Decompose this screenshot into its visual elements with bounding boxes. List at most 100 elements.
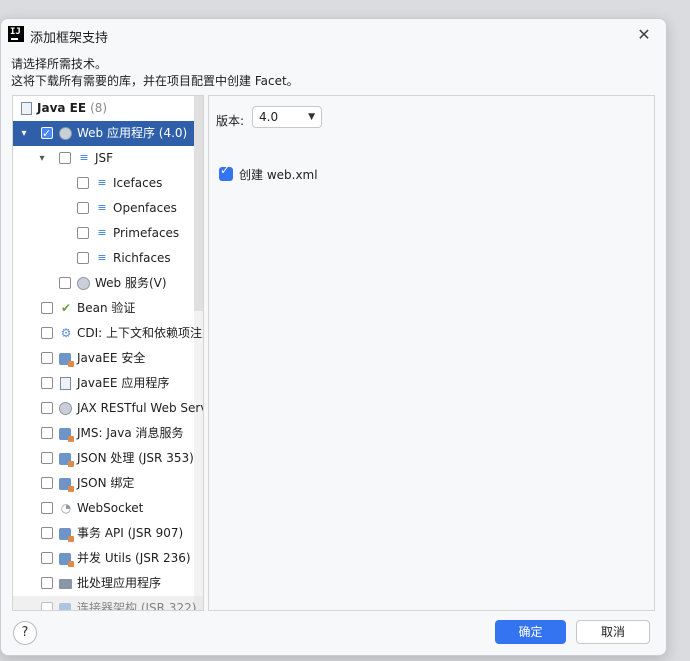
framework-settings-panel: 版本: 4.0 ▼ 创建 web.xml [208,95,655,611]
faces-icon: ≡ [97,201,107,214]
tree-item-label: Primefaces [113,226,180,240]
checkbox-transaction-api[interactable] [41,527,53,539]
tree-item-json-processing[interactable]: JSON 处理 (JSR 353) [13,446,194,471]
tree-item-label: JSON 绑定 [77,476,135,490]
javaee-icon [59,478,74,492]
tree-item-label: JMS: Java 消息服务 [77,426,184,440]
checkbox-json-binding[interactable] [41,477,53,489]
version-dropdown[interactable]: 4.0 ▼ [252,106,322,128]
description: 请选择所需技术。 这将下载所有需要的库，并在项目配置中创建 Facet。 [11,56,299,90]
tree-item-label: 事务 API (JSR 907) [77,526,184,540]
help-button[interactable]: ? [13,621,37,645]
websocket-icon: ◔ [60,501,72,515]
javaee-icon [59,453,74,467]
checkbox-concurrency-utils[interactable] [41,552,53,564]
close-button[interactable]: ✕ [634,25,654,45]
tree-item-label: 批处理应用程序 [77,576,162,590]
tree-item-web-services[interactable]: Web 服务(V) [13,271,194,296]
checkbox-icefaces[interactable] [77,177,89,189]
tree-item-label: Bean 验证 [77,301,136,315]
web-app-icon [59,127,72,140]
globe-icon [59,402,72,415]
cancel-button[interactable]: 取消 [576,620,650,644]
checkbox-cdi[interactable] [41,327,53,339]
bean-icon: ✔ [60,301,72,315]
checkbox-connector-arch[interactable] [41,602,53,610]
checkbox-websocket[interactable] [41,502,53,514]
jsf-icon: ≡ [79,151,89,164]
tree-item-label: Web 服务(V) [95,276,167,290]
checkbox-web-services[interactable] [59,277,71,289]
tree-item-jsf[interactable]: ▾ ≡ JSF [13,146,194,171]
checkbox-richfaces[interactable] [77,252,89,264]
faces-icon: ≡ [97,251,107,264]
tree-item-jms[interactable]: JMS: Java 消息服务 [13,421,194,446]
tree-item-label: JAX RESTful Web Services [77,401,203,415]
checkbox-batch-app[interactable] [41,577,53,589]
window-title: 添加框架支持 [30,31,109,46]
tree-item-concurrency-utils[interactable]: 并发 Utils (JSR 236) [13,546,194,571]
framework-tree[interactable]: Java EE(8) ▾ Web 应用程序 (4.0) ▾ ≡ JSF ≡ Ic… [12,95,204,611]
checkbox-primefaces[interactable] [77,227,89,239]
group-count: (8) [90,101,108,115]
checkbox-json-processing[interactable] [41,452,53,464]
create-web-xml-checkbox[interactable] [219,163,233,181]
description-line-1: 请选择所需技术。 [11,57,108,71]
tree-item-richfaces[interactable]: ≡ Richfaces [13,246,194,271]
tree-item-label: CDI: 上下文和依赖项注入 [77,326,204,340]
tree-item-transaction-api[interactable]: 事务 API (JSR 907) [13,521,194,546]
tree-item-label: Openfaces [113,201,177,215]
tree-item-jax-rs[interactable]: JAX RESTful Web Services [13,396,203,421]
checkbox-javaee-app[interactable] [41,377,53,389]
group-label: Java EE [37,101,87,115]
javaee-icon [59,553,74,567]
tree-item-primefaces[interactable]: ≡ Primefaces [13,221,194,246]
tree-item-json-binding[interactable]: JSON 绑定 [13,471,194,496]
add-framework-dialog: IJ 添加框架支持 ✕ 请选择所需技术。 这将下载所有需要的库，并在项目配置中创… [0,18,667,656]
tree-item-openfaces[interactable]: ≡ Openfaces [13,196,194,221]
checkbox-bean-validation[interactable] [41,302,53,314]
javaee-group-icon [21,102,32,115]
tree-item-label: 并发 Utils (JSR 236) [77,551,191,565]
tree-item-label: WebSocket [77,501,144,515]
javaee-icon [59,603,71,610]
javaee-icon [59,528,74,542]
tree-item-label: JSON 处理 (JSR 353) [77,451,194,465]
tree-item-label: JavaEE 安全 [77,351,146,365]
checkbox-javaee-security[interactable] [41,352,53,364]
tree-item-bean-validation[interactable]: ✔ Bean 验证 [13,296,194,321]
scrollbar-thumb[interactable] [194,96,203,311]
javaee-app-icon [60,377,71,390]
tree-item-cdi[interactable]: ⚙ CDI: 上下文和依赖项注入 [13,321,203,346]
tree-item-batch-app[interactable]: 批处理应用程序 [13,571,194,596]
tree-item-label: JavaEE 应用程序 [77,376,170,390]
checkbox-jms[interactable] [41,427,53,439]
tree-item-javaee-app[interactable]: JavaEE 应用程序 [13,371,194,396]
checkbox-openfaces[interactable] [77,202,89,214]
version-value: 4.0 [259,110,279,124]
tree-item-websocket[interactable]: ◔ WebSocket [13,496,194,521]
ok-button[interactable]: 确定 [495,620,566,644]
title-bar: IJ 添加框架支持 ✕ [1,19,666,51]
tree-group-java-ee[interactable]: Java EE (8) [13,96,194,121]
globe-icon [77,277,90,290]
checkbox-jsf[interactable] [59,152,71,164]
chevron-down-icon: ▼ [308,112,315,122]
tree-item-javaee-security[interactable]: JavaEE 安全 [13,346,194,371]
folder-icon [59,579,72,589]
tree-item-web-app[interactable]: ▾ Web 应用程序 (4.0) [13,121,194,146]
scrollbar-track[interactable] [194,96,203,610]
tree-item-label: JSF [95,151,114,165]
create-web-xml-label[interactable]: 创建 web.xml [239,166,318,183]
collapse-icon[interactable]: ▾ [35,146,49,171]
tree-item-connector-arch[interactable]: 连接器架构 (JSR 322) [13,596,203,611]
tree-item-label: 连接器架构 (JSR 322) [77,601,197,611]
collapse-icon[interactable]: ▾ [17,121,31,146]
checkbox-jax-rs[interactable] [41,402,53,414]
faces-icon: ≡ [97,226,107,239]
javaee-icon [59,428,74,442]
intellij-logo-icon: IJ [8,26,24,42]
tree-item-label: Web 应用程序 (4.0) [77,126,188,140]
checkbox-web-app[interactable] [41,121,53,146]
tree-item-icefaces[interactable]: ≡ Icefaces [13,171,194,196]
